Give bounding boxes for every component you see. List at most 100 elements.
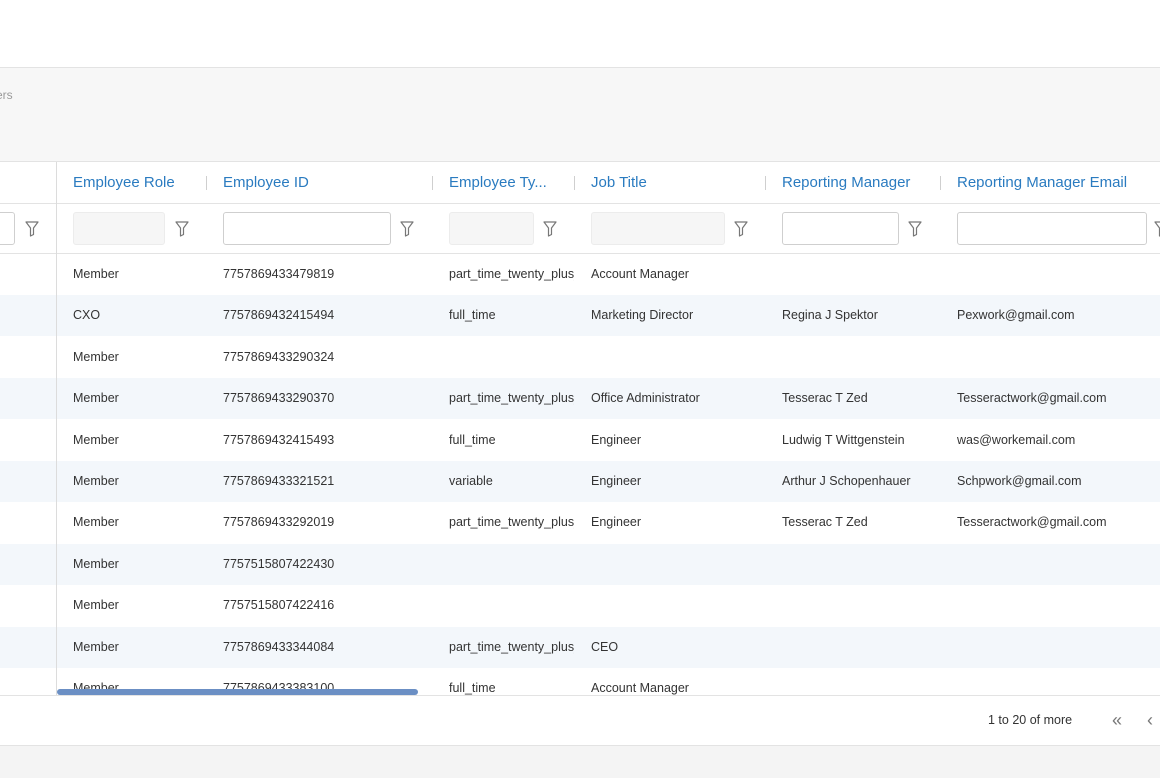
funnel-icon[interactable]: [175, 221, 189, 237]
column-resize-handle[interactable]: [765, 176, 766, 190]
cell-role: Member: [73, 515, 119, 529]
cell-title: Account Manager: [591, 267, 689, 281]
cell-id: 7757869432415494: [223, 308, 335, 322]
cell-type: part_time_twenty_plus_: [449, 515, 574, 529]
cell-manager: [782, 254, 942, 295]
cell-title: Marketing Director: [591, 308, 694, 322]
table-row[interactable]: Member 7757869433290324: [0, 337, 1160, 378]
filter-input-employee-type[interactable]: [449, 212, 534, 245]
funnel-icon[interactable]: [734, 221, 748, 237]
cell-id: 7757869433290370: [223, 391, 335, 405]
cell-role: Member: [73, 433, 119, 447]
cell-role: Member: [73, 598, 119, 612]
cell-id: 7757869433321521: [223, 474, 335, 488]
first-page-icon[interactable]: «: [1112, 711, 1122, 729]
funnel-icon[interactable]: [25, 221, 39, 237]
cell-title: Engineer: [591, 433, 642, 447]
cell-type: full_time: [449, 433, 496, 447]
funnel-icon[interactable]: [908, 221, 922, 237]
cell-type: [449, 544, 574, 585]
cell-email: [957, 668, 1157, 695]
filter-input-pinned[interactable]: [0, 212, 15, 245]
cell-role: Member: [73, 350, 119, 364]
pinned-column-divider: [56, 162, 57, 695]
sub-header: ers: [0, 68, 1160, 162]
cell-email: [957, 544, 1157, 585]
previous-page-icon[interactable]: ‹: [1147, 711, 1153, 729]
column-resize-handle[interactable]: [940, 176, 941, 190]
cell-email: Pexwork@gmail.com: [957, 308, 1075, 322]
cell-title: [591, 585, 766, 626]
filter-input-employee-role[interactable]: [73, 212, 165, 245]
column-resize-handle[interactable]: [206, 176, 207, 190]
filter-input-employee-id[interactable]: [223, 212, 391, 245]
cell-id: 7757869433290324: [223, 350, 335, 364]
column-header-employee-id[interactable]: Employee ID: [223, 162, 309, 204]
column-resize-handle[interactable]: [574, 176, 575, 190]
cell-type: part_time_twenty_plus_: [449, 640, 574, 654]
cell-email: Schpwork@gmail.com: [957, 474, 1082, 488]
cell-title: [591, 337, 766, 378]
pagination-summary: 1 to 20 of more: [988, 713, 1073, 727]
cell-manager: Regina J Spektor: [782, 308, 878, 322]
filter-input-job-title[interactable]: [591, 212, 725, 245]
table-row[interactable]: Member 7757869433479819 part_time_twenty_p…: [0, 254, 1160, 295]
cell-id: 7757869433292019: [223, 515, 335, 529]
cell-email: Tesseractwork@gmail.com: [957, 391, 1107, 405]
cell-role: Member: [73, 557, 119, 571]
funnel-icon[interactable]: [543, 221, 557, 237]
cell-title: Engineer: [591, 474, 642, 488]
cell-email: Tesseractwork@gmail.com: [957, 515, 1107, 529]
cell-role: Member: [73, 267, 119, 281]
cell-id: 7757515807422430: [223, 557, 335, 571]
table-row[interactable]: Member 7757515807422430: [0, 544, 1160, 585]
cell-type: [449, 585, 574, 626]
cell-id: 7757515807422416: [223, 598, 335, 612]
cell-role: Member: [73, 391, 119, 405]
cell-type: full_time: [449, 681, 496, 695]
cell-manager: [782, 627, 942, 668]
column-header-employee-role[interactable]: Employee Role: [73, 162, 175, 204]
filter-input-reporting-manager-email[interactable]: [957, 212, 1147, 245]
cell-manager: [782, 585, 942, 626]
cell-email: [957, 627, 1157, 668]
funnel-icon[interactable]: [400, 221, 414, 237]
bottom-bar: [0, 745, 1160, 778]
table-row[interactable]: Member 7757869433290370 part_time_twenty_p…: [0, 378, 1160, 419]
cell-manager: Ludwig T Wittgenstein: [782, 433, 905, 447]
table-row[interactable]: CXO 7757869432415494 full_time Marketing Di…: [0, 295, 1160, 336]
column-header-employee-type[interactable]: Employee Ty...: [449, 162, 547, 204]
filter-input-reporting-manager[interactable]: [782, 212, 899, 245]
cell-manager: [782, 337, 942, 378]
cell-title: Engineer: [591, 515, 642, 529]
employee-grid: Employee Role Employee ID Employee Ty...…: [0, 162, 1160, 695]
filter-row: [0, 204, 1160, 254]
header-row: Employee Role Employee ID Employee Ty...…: [0, 162, 1160, 204]
cell-type: variable: [449, 474, 493, 488]
cell-type: part_time_twenty_plus_: [449, 267, 574, 281]
column-header-reporting-manager-email[interactable]: Reporting Manager Email: [957, 162, 1127, 204]
cell-title: [591, 544, 766, 585]
table-row[interactable]: Member 7757869433321521 variable Engineer Ar…: [0, 461, 1160, 502]
cell-manager: [782, 668, 942, 695]
funnel-icon[interactable]: [1154, 221, 1160, 237]
cell-role: Member: [73, 474, 119, 488]
cell-title: Office Administrator: [591, 391, 700, 405]
cell-title: CEO: [591, 640, 619, 654]
top-bar: [0, 0, 1160, 68]
cell-id: 7757869432415493: [223, 433, 335, 447]
cell-type: full_time: [449, 308, 496, 322]
table-row[interactable]: Member 7757869432415493 full_time Engineer L…: [0, 420, 1160, 461]
cell-type: part_time_twenty_plus_: [449, 391, 574, 405]
cell-manager: [782, 544, 942, 585]
cell-title: Account Manager: [591, 681, 689, 695]
table-row[interactable]: Member 7757515807422416: [0, 585, 1160, 626]
cell-email: [957, 254, 1157, 295]
column-header-reporting-manager[interactable]: Reporting Manager: [782, 162, 910, 204]
table-row[interactable]: Member 7757869433292019 part_time_twenty_p…: [0, 502, 1160, 543]
column-header-job-title[interactable]: Job Title: [591, 162, 647, 204]
cell-manager: Tesserac T Zed: [782, 515, 868, 529]
table-row[interactable]: Member 7757869433344084 part_time_twenty_p…: [0, 627, 1160, 668]
cell-id: 7757869433479819: [223, 267, 335, 281]
column-resize-handle[interactable]: [432, 176, 433, 190]
